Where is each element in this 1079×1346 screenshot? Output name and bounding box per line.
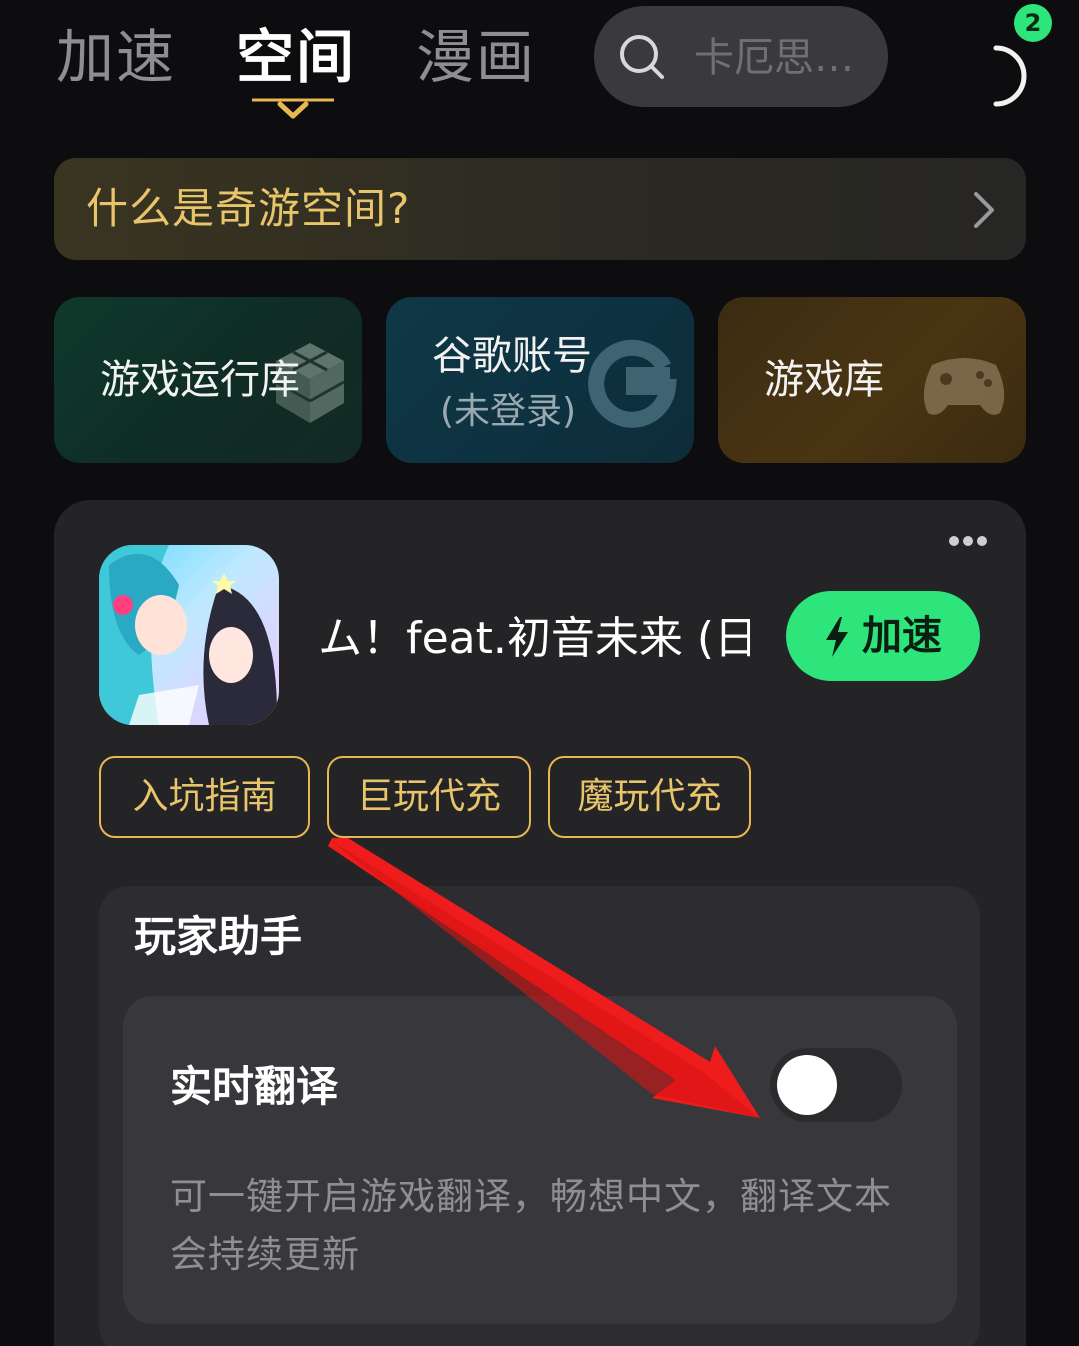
card-title: 谷歌账号: [432, 333, 592, 379]
google-g-icon: [588, 339, 677, 428]
section-title: 玩家助手: [134, 912, 303, 961]
lightning-bolt-icon: [826, 617, 848, 657]
tag-beginner-guide[interactable]: 入坑指南: [99, 756, 310, 838]
card-subtitle: (未登录): [440, 391, 577, 432]
card-google-account[interactable]: 谷歌账号 (未登录): [386, 297, 694, 463]
more-options-icon[interactable]: [946, 533, 990, 549]
boost-button[interactable]: 加速: [786, 591, 980, 681]
app-screen: 加速 空间 漫画 卡厄思… 2 什么是奇游空间? 游戏运行库 谷歌账号 (未登录…: [0, 0, 1079, 1346]
gamepad-icon: [923, 358, 1005, 415]
active-tab-indicator-icon: [252, 98, 334, 119]
search-placeholder: 卡厄思…: [694, 35, 854, 81]
tag-juwan-recharge[interactable]: 巨玩代充: [327, 756, 531, 838]
card-title: 游戏库: [764, 357, 884, 403]
chevron-right-icon: [974, 192, 994, 228]
banner-text: 什么是奇游空间?: [86, 184, 411, 233]
feature-description: 可一键开启游戏翻译，畅想中文，翻译文本会持续更新: [170, 1175, 892, 1276]
tab-comic[interactable]: 漫画: [416, 22, 536, 92]
boost-button-label: 加速: [862, 613, 942, 659]
tab-space[interactable]: 空间: [236, 22, 356, 92]
feature-title: 实时翻译: [170, 1062, 339, 1111]
realtime-translate-toggle[interactable]: [770, 1048, 902, 1122]
game-title: ム！feat.初音未来 (日: [318, 613, 750, 664]
game-cover-image: [99, 545, 279, 725]
tab-speed[interactable]: 加速: [56, 22, 176, 92]
notification-badge: 2: [1014, 4, 1052, 42]
card-game-runtime[interactable]: 游戏运行库: [54, 297, 362, 463]
card-title: 游戏运行库: [100, 357, 300, 403]
tag-mowan-recharge[interactable]: 魔玩代充: [548, 756, 751, 838]
game-title-marquee: ム！feat.初音未来 (日: [312, 604, 750, 674]
card-game-library[interactable]: 游戏库: [718, 297, 1026, 463]
search-input[interactable]: 卡厄思…: [594, 6, 888, 107]
search-icon: [620, 35, 664, 79]
download-status[interactable]: 2: [980, 4, 1052, 107]
loading-spinner-icon: [993, 45, 1027, 107]
what-is-space-banner[interactable]: 什么是奇游空间?: [54, 158, 1026, 260]
toggle-knob: [777, 1055, 837, 1115]
